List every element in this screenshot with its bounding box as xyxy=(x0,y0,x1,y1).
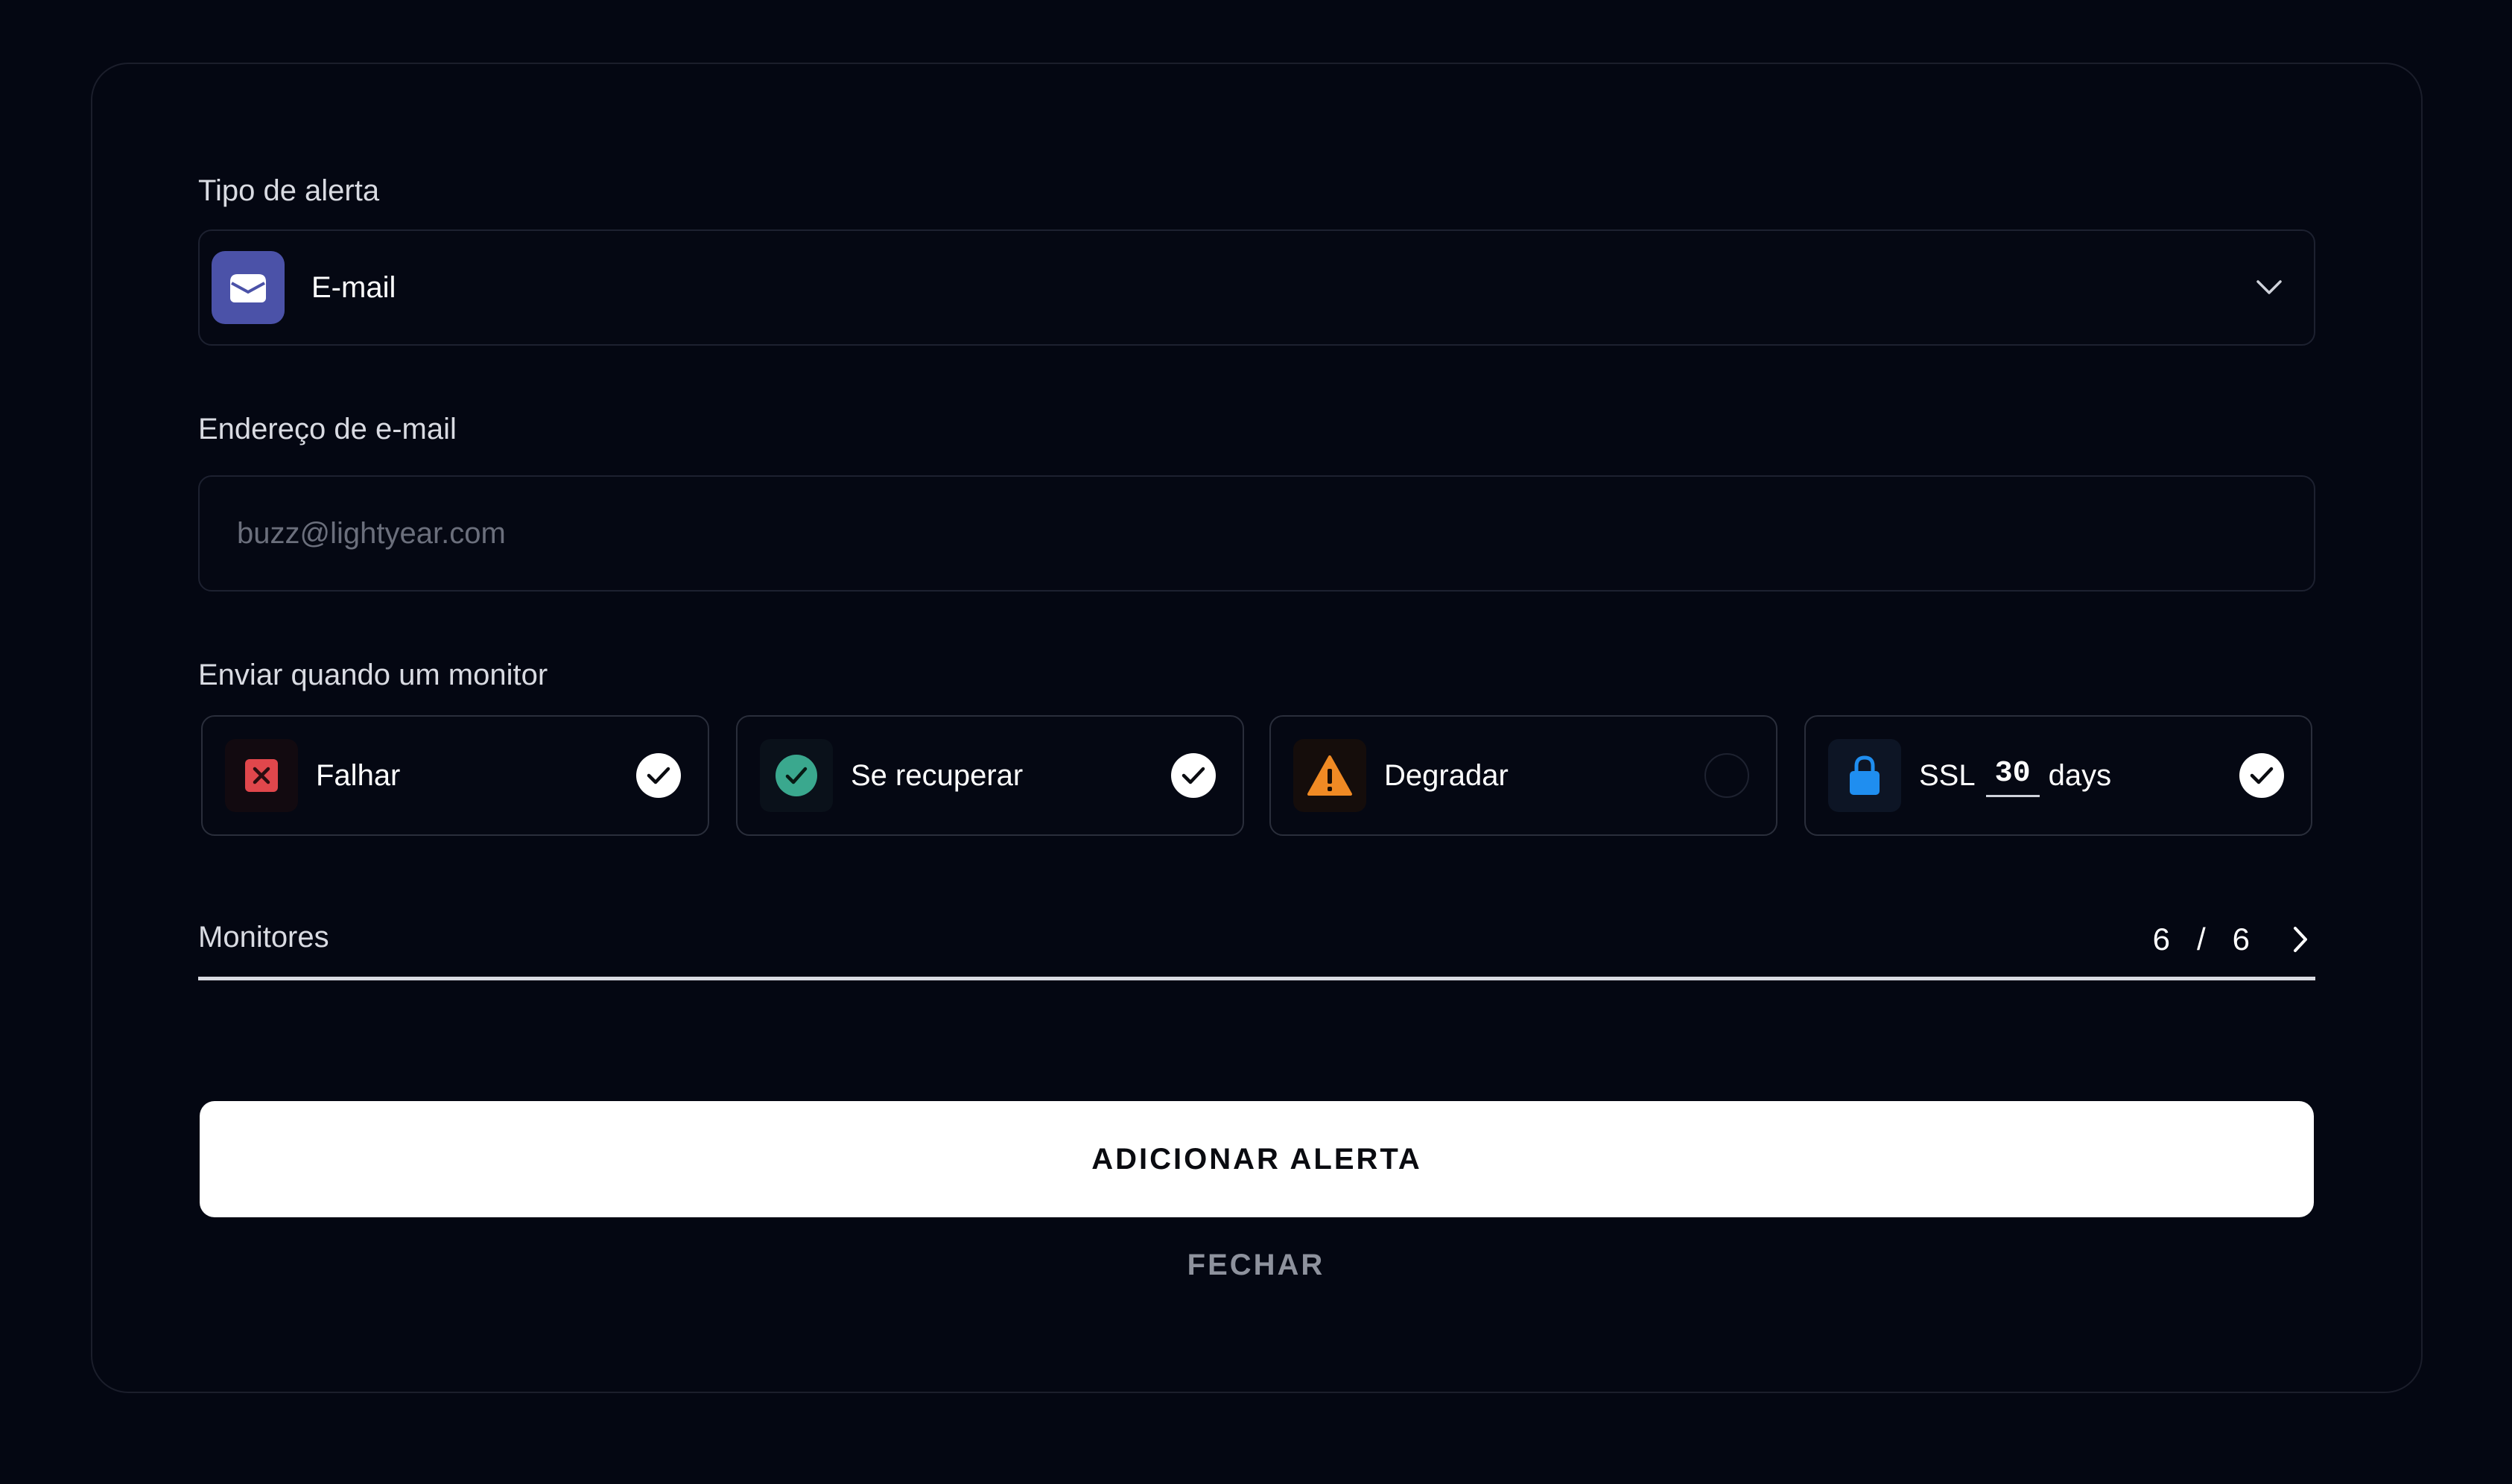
check-icon[interactable] xyxy=(2239,753,2284,798)
ssl-days-input[interactable]: 30 xyxy=(1985,755,2040,797)
unchecked-circle-icon[interactable] xyxy=(1704,753,1749,798)
monitors-label: Monitores xyxy=(198,921,329,954)
chevron-right-icon[interactable] xyxy=(2286,925,2315,954)
check-icon[interactable] xyxy=(1171,753,1216,798)
trigger-options: Falhar Se recuperar Degradar SSL 30 days xyxy=(201,715,2314,836)
alert-type-label: Tipo de alerta xyxy=(198,174,380,207)
x-square-icon xyxy=(225,739,298,812)
ssl-days-suffix: days xyxy=(2048,758,2112,792)
add-alert-button[interactable]: ADICIONAR ALERTA xyxy=(200,1101,2314,1217)
lock-icon xyxy=(1828,739,1901,812)
close-button[interactable]: FECHAR xyxy=(1107,1243,1405,1287)
check-circle-icon xyxy=(760,739,833,812)
trigger-degrade[interactable]: Degradar xyxy=(1269,715,1777,836)
monitors-selected-count: 6 xyxy=(2152,922,2170,957)
trigger-ssl-label: SSL xyxy=(1919,758,1976,792)
alert-type-value: E-mail xyxy=(311,270,396,304)
trigger-fail-label: Falhar xyxy=(316,758,401,792)
trigger-degrade-label: Degradar xyxy=(1384,758,1509,792)
trigger-recover-label: Se recuperar xyxy=(851,758,1024,792)
monitors-total-count: 6 xyxy=(2232,922,2250,957)
monitors-section[interactable]: Monitores 6 / 6 xyxy=(198,918,2315,980)
email-app-icon xyxy=(212,251,285,324)
trigger-recover[interactable]: Se recuperar xyxy=(736,715,1244,836)
alert-type-select[interactable]: E-mail xyxy=(198,229,2315,346)
chevron-down-icon xyxy=(2254,273,2284,302)
trigger-fail[interactable]: Falhar xyxy=(201,715,709,836)
monitors-count-separator: / xyxy=(2196,922,2206,957)
check-icon[interactable] xyxy=(636,753,681,798)
email-address-label: Endereço de e-mail xyxy=(198,413,457,445)
monitors-count: 6 / 6 xyxy=(2153,918,2315,961)
trigger-ssl[interactable]: SSL 30 days xyxy=(1804,715,2312,836)
send-when-label: Enviar quando um monitor xyxy=(198,659,548,691)
warning-triangle-icon xyxy=(1293,739,1366,812)
email-field[interactable] xyxy=(198,475,2315,592)
